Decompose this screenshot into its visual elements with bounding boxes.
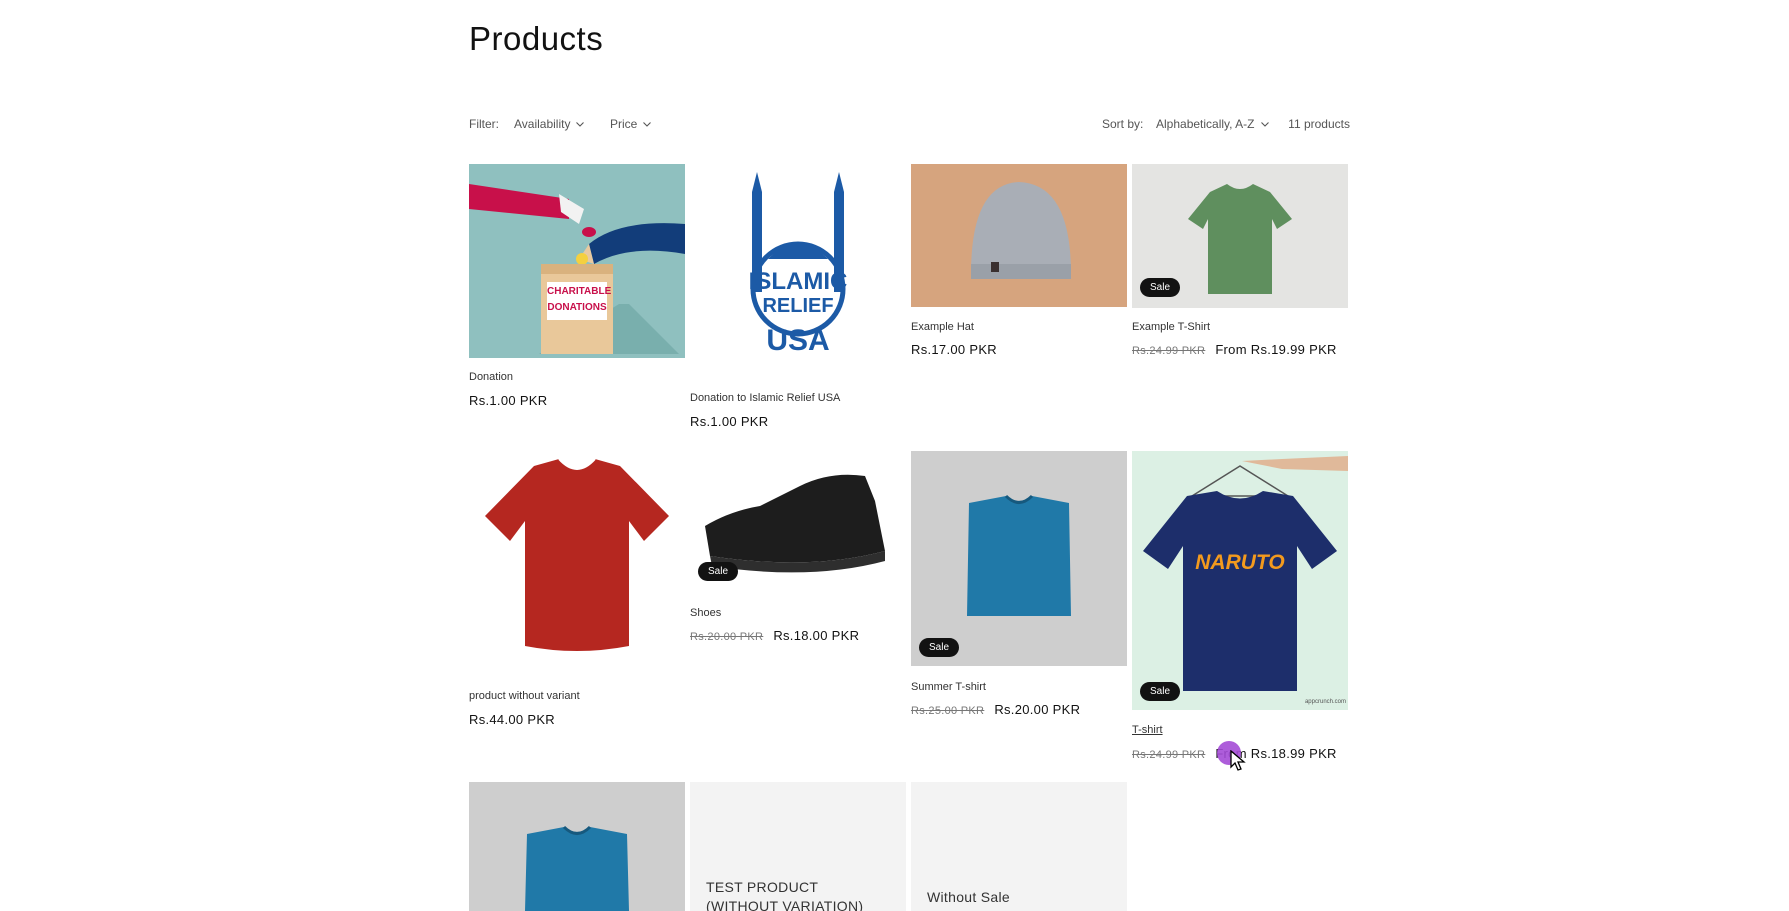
product-card-islamic-relief[interactable]: ISLAMIC RELIEF USA Donation to Islamic R… [690, 164, 906, 434]
product-image-example-tshirt[interactable]: Sale [1132, 164, 1348, 308]
red-tshirt [485, 458, 669, 651]
product-title[interactable]: Summer T-shirt [911, 681, 986, 693]
sale-badge: Sale [919, 638, 960, 657]
product-price: Rs.24.99 PKR From Rs.19.99 PKR [1132, 342, 1337, 357]
product-card-summer-tshirt[interactable]: Sale Summer T-shirt Rs.25.00 PKR Rs.20.00… [911, 451, 1127, 721]
navy-naruto-tshirt [1132, 451, 1348, 710]
product-card-donation[interactable]: CHARITABLE DONATIONS Donation Rs.1.00 PK… [469, 164, 685, 409]
regular-price: Rs.24.99 PKR [1132, 345, 1206, 357]
sale-price: Rs.18.00 PKR [773, 628, 860, 643]
folded-blue-tshirt [911, 451, 1127, 666]
product-price: Rs.17.00 PKR [911, 342, 997, 357]
product-placeholder-test-product[interactable]: TEST PRODUCT (WITHOUT VARIATION) [690, 782, 906, 911]
product-image-islamic-relief[interactable]: ISLAMIC RELIEF USA [690, 164, 906, 379]
product-price: Rs.44.00 PKR [469, 712, 555, 727]
product-image-donation[interactable]: CHARITABLE DONATIONS [469, 164, 685, 358]
chevron-down-icon [576, 122, 585, 127]
regular-price: Rs.24.99 PKR [1132, 749, 1206, 761]
relief-logo-line: RELIEF [762, 295, 834, 317]
donation-box-label: CHARITABLE DONATIONS [547, 284, 612, 316]
product-card-tshirt[interactable]: NARUTO appcrunch.com Sale T-shirt Rs.24.… [1132, 451, 1348, 771]
price-filter-label: Price [610, 117, 638, 131]
product-card-folded-tshirt[interactable] [469, 782, 685, 911]
product-card-example-hat[interactable]: Example Hat Rs.17.00 PKR [911, 164, 1127, 364]
product-title[interactable]: Example Hat [911, 321, 974, 333]
price-filter[interactable]: Price [610, 117, 652, 131]
product-card-test-product[interactable]: TEST PRODUCT (WITHOUT VARIATION) [690, 782, 906, 911]
product-title[interactable]: product without variant [469, 690, 580, 702]
watermark-text: appcrunch.com [1304, 699, 1346, 705]
product-title[interactable]: T-shirt [1132, 724, 1163, 736]
product-price: Rs.1.00 PKR [469, 393, 547, 408]
availability-filter-label: Availability [514, 117, 571, 131]
product-card-example-tshirt[interactable]: Sale Example T-Shirt Rs.24.99 PKR From Rs… [1132, 164, 1348, 364]
product-count: 11 products [1288, 117, 1350, 131]
sort-label: Sort by: [1102, 117, 1144, 131]
regular-price: Rs.25.00 PKR [911, 705, 985, 717]
product-image-product-without-variant[interactable] [469, 451, 685, 677]
filter-bar: Filter: Availability Price Sort by: Alph… [469, 117, 1350, 137]
product-card-product-without-variant[interactable]: product without variant Rs.44.00 PKR [469, 451, 685, 731]
collection-page: Products Filter: Availability Price Sort… [0, 0, 1789, 911]
product-title[interactable]: Shoes [690, 607, 721, 619]
sale-badge: Sale [698, 562, 739, 581]
donation-box-label-line: DONATIONS [547, 302, 607, 313]
charitable-donations-illustration [469, 164, 685, 358]
product-price: Rs.1.00 PKR [690, 414, 768, 429]
product-title[interactable]: Example T-Shirt [1132, 321, 1210, 333]
filter-label: Filter: [469, 117, 499, 131]
regular-price: Rs.20.00 PKR [690, 631, 764, 643]
availability-filter[interactable]: Availability [514, 117, 585, 131]
product-image-shoes[interactable]: Sale [690, 451, 906, 591]
product-image-summer-tshirt[interactable]: Sale [911, 451, 1127, 666]
product-title[interactable]: Without Sale [927, 888, 1010, 907]
product-placeholder-without-sale[interactable]: Without Sale [911, 782, 1127, 911]
product-image-example-hat[interactable] [911, 164, 1127, 307]
grey-beanie-hat [911, 164, 1127, 307]
naruto-logo-text: NARUTO [1195, 551, 1285, 574]
product-title[interactable]: Donation [469, 371, 513, 383]
chevron-down-icon [1260, 122, 1269, 127]
sort-select-value: Alphabetically, A-Z [1156, 117, 1255, 131]
sale-price: Rs.44.00 PKR [469, 712, 555, 727]
relief-logo-line: ISLAMIC [748, 268, 848, 295]
product-title[interactable]: Donation to Islamic Relief USA [690, 392, 840, 404]
sort-select[interactable]: Alphabetically, A-Z [1156, 117, 1269, 131]
donation-box-label-line: CHARITABLE [547, 286, 612, 297]
page-title: Products [469, 20, 604, 57]
mouse-pointer-icon [1230, 750, 1246, 771]
product-image-folded-tshirt[interactable] [469, 782, 685, 911]
sale-price: From Rs.19.99 PKR [1215, 342, 1337, 357]
product-card-shoes[interactable]: Sale Shoes Rs.20.00 PKR Rs.18.00 PKR [690, 451, 906, 651]
sale-price: Rs.1.00 PKR [469, 393, 548, 408]
folded-blue-tshirt [469, 782, 685, 911]
sale-badge: Sale [1140, 682, 1181, 701]
relief-logo-line: USA [766, 324, 830, 357]
product-price: Rs.25.00 PKR Rs.20.00 PKR [911, 702, 1080, 717]
product-image-tshirt[interactable]: NARUTO appcrunch.com Sale [1132, 451, 1348, 710]
sale-badge: Sale [1140, 278, 1181, 297]
product-price: Rs.20.00 PKR Rs.18.00 PKR [690, 628, 859, 643]
sale-price: Rs.17.00 PKR [911, 342, 997, 357]
relief-logo-text: ISLAMIC RELIEF USA [690, 269, 906, 361]
sale-price: Rs.20.00 PKR [994, 702, 1081, 717]
product-card-without-sale[interactable]: Without Sale [911, 782, 1127, 911]
product-title[interactable]: TEST PRODUCT (WITHOUT VARIATION) [706, 878, 886, 911]
sale-price: Rs.1.00 PKR [690, 414, 769, 429]
chevron-down-icon [643, 122, 652, 127]
